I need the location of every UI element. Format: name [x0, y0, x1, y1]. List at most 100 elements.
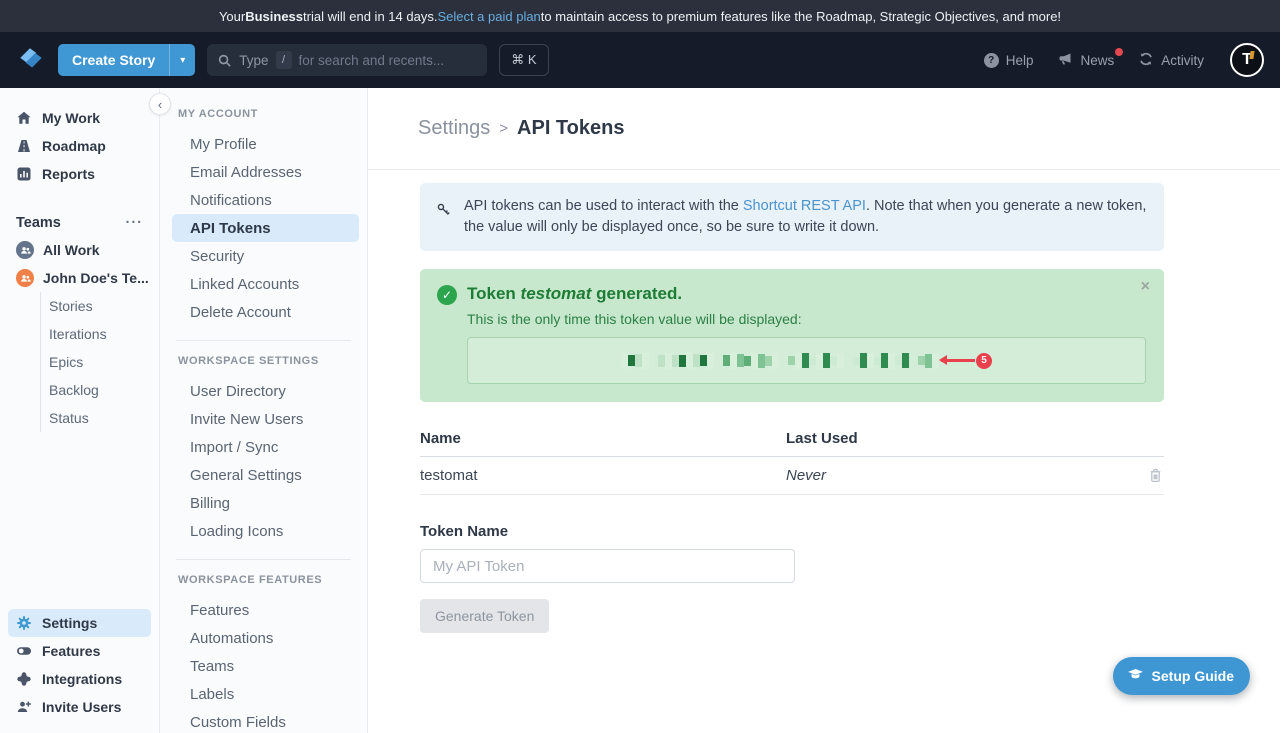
info-text-part: API tokens can be used to interact with … — [464, 198, 743, 214]
teams-menu-icon[interactable]: ··· — [126, 215, 144, 231]
settings-nav-item-linked-accounts[interactable]: Linked Accounts — [172, 270, 359, 298]
settings-nav-item-invite-new-users[interactable]: Invite New Users — [172, 405, 359, 433]
select-paid-plan-link[interactable]: Select a paid plan — [437, 9, 540, 24]
sidebar-item-label: Features — [42, 643, 100, 659]
setup-guide-label: Setup Guide — [1152, 668, 1234, 684]
sidebar-item-iterations[interactable]: Iterations — [41, 320, 159, 348]
alert-subtitle: This is the only time this token value w… — [467, 311, 1146, 327]
info-banner: API tokens can be used to interact with … — [420, 183, 1164, 251]
sidebar-item-backlog[interactable]: Backlog — [41, 376, 159, 404]
settings-nav-item-teams[interactable]: Teams — [172, 652, 359, 680]
shortcut-logo-icon[interactable] — [16, 45, 46, 75]
chevron-down-icon: ▾ — [180, 55, 185, 66]
settings-nav-label: Automations — [190, 630, 273, 647]
setup-guide-button[interactable]: Setup Guide — [1113, 657, 1250, 695]
settings-nav-item-security[interactable]: Security — [172, 242, 359, 270]
graduation-cap-icon — [1127, 666, 1144, 686]
settings-nav-item-loading-icons[interactable]: Loading Icons — [172, 517, 359, 545]
sidebar-item-epics[interactable]: Epics — [41, 348, 159, 376]
sidebar-item-status[interactable]: Status — [41, 404, 159, 432]
close-icon[interactable]: × — [1141, 278, 1150, 296]
subitem-label: Status — [49, 410, 89, 426]
settings-nav-label: User Directory — [190, 383, 286, 400]
trial-banner: Your Business trial will end in 14 days.… — [0, 0, 1280, 32]
person-plus-icon — [16, 699, 32, 715]
settings-nav-label: API Tokens — [190, 220, 271, 237]
sidebar-item-label: Invite Users — [42, 699, 121, 715]
delete-token-button[interactable] — [1136, 467, 1164, 484]
settings-nav-section-header: MY ACCOUNT — [168, 94, 359, 130]
gear-icon — [16, 615, 32, 631]
bar-chart-icon — [16, 166, 32, 182]
settings-nav-item-delete-account[interactable]: Delete Account — [172, 298, 359, 326]
keyboard-shortcut-hint[interactable]: ⌘ K — [499, 44, 548, 76]
sidebar-item-settings[interactable]: Settings — [8, 609, 151, 637]
token-value-box: 5 — [467, 337, 1146, 384]
breadcrumb-settings[interactable]: Settings — [418, 117, 490, 140]
settings-nav-item-labels[interactable]: Labels — [172, 680, 359, 708]
create-story-dropdown[interactable]: ▾ — [169, 44, 195, 76]
breadcrumb-separator: > — [499, 120, 508, 137]
team-avatar-icon — [16, 241, 34, 259]
workspace-avatar[interactable]: T — [1230, 43, 1264, 77]
create-story-label[interactable]: Create Story — [58, 44, 169, 76]
annotation-arrow: 5 — [941, 353, 992, 369]
sidebar-item-integrations[interactable]: Integrations — [8, 665, 151, 693]
puzzle-icon — [16, 671, 32, 687]
team-label: John Doe's Te... — [43, 270, 149, 286]
slash-key-hint: / — [276, 51, 292, 69]
trash-icon — [1147, 467, 1164, 484]
settings-nav-label: Billing — [190, 495, 230, 512]
shortcut-rest-api-link[interactable]: Shortcut REST API — [743, 198, 866, 214]
help-icon: ? — [984, 53, 999, 68]
settings-nav-item-automations[interactable]: Automations — [172, 624, 359, 652]
settings-nav-item-api-tokens[interactable]: API Tokens — [172, 214, 359, 242]
subitem-label: Epics — [49, 354, 83, 370]
sidebar-item-reports[interactable]: Reports — [8, 160, 151, 188]
settings-nav-item-general-settings[interactable]: General Settings — [172, 461, 359, 489]
settings-nav-item-email-addresses[interactable]: Email Addresses — [172, 158, 359, 186]
sidebar-team-all-work[interactable]: All Work — [0, 236, 159, 264]
activity-refresh-icon — [1138, 51, 1154, 70]
settings-nav-item-custom-fields[interactable]: Custom Fields — [172, 708, 359, 733]
news-button[interactable]: News — [1057, 51, 1114, 70]
column-header-name: Name — [420, 430, 786, 447]
settings-nav-item-billing[interactable]: Billing — [172, 489, 359, 517]
table-header-row: Name Last Used — [420, 430, 1164, 457]
sidebar-team-john-does-team[interactable]: John Doe's Te... — [0, 264, 159, 292]
trial-text: to maintain access to premium features l… — [541, 9, 1061, 24]
token-name-cell: testomat — [420, 467, 786, 484]
chevron-left-icon: ‹ — [158, 97, 162, 112]
settings-nav-label: Invite New Users — [190, 411, 303, 428]
red-arrow-icon — [941, 359, 975, 362]
settings-nav-label: Teams — [190, 658, 234, 675]
settings-nav-item-my-profile[interactable]: My Profile — [172, 130, 359, 158]
collapse-sidebar-button[interactable]: ‹ — [149, 93, 171, 115]
settings-nav-label: Import / Sync — [190, 439, 278, 456]
sidebar-item-my-work[interactable]: My Work — [8, 104, 151, 132]
settings-nav-item-import-sync[interactable]: Import / Sync — [172, 433, 359, 461]
generate-token-button[interactable]: Generate Token — [420, 599, 549, 633]
annotation-badge: 5 — [976, 353, 992, 369]
activity-button[interactable]: Activity — [1138, 51, 1204, 70]
alert-title-part: Token — [467, 284, 521, 303]
settings-nav-section-header: WORKSPACE SETTINGS — [168, 341, 359, 377]
settings-nav-item-notifications[interactable]: Notifications — [172, 186, 359, 214]
settings-nav-label: Loading Icons — [190, 523, 283, 540]
create-story-button[interactable]: Create Story ▾ — [58, 44, 195, 76]
content-area: ‹ My Work Roadmap — [0, 88, 1280, 733]
settings-nav-item-user-directory[interactable]: User Directory — [172, 377, 359, 405]
tokens-table: Name Last Used testomat Never — [420, 430, 1164, 495]
alert-title-part: generated. — [591, 284, 682, 303]
token-last-used-cell: Never — [786, 467, 1136, 484]
token-name-input[interactable] — [420, 549, 795, 583]
sidebar-item-features[interactable]: Features — [8, 637, 151, 665]
sidebar-item-roadmap[interactable]: Roadmap — [8, 132, 151, 160]
search-input[interactable]: Type / for search and recents... — [207, 44, 487, 76]
key-icon — [436, 202, 451, 238]
sidebar-item-stories[interactable]: Stories — [41, 292, 159, 320]
help-button[interactable]: ? Help — [984, 53, 1034, 68]
sidebar-item-invite-users[interactable]: Invite Users — [8, 693, 151, 721]
settings-nav-item-features[interactable]: Features — [172, 596, 359, 624]
sidebar-item-label: Integrations — [42, 671, 122, 687]
